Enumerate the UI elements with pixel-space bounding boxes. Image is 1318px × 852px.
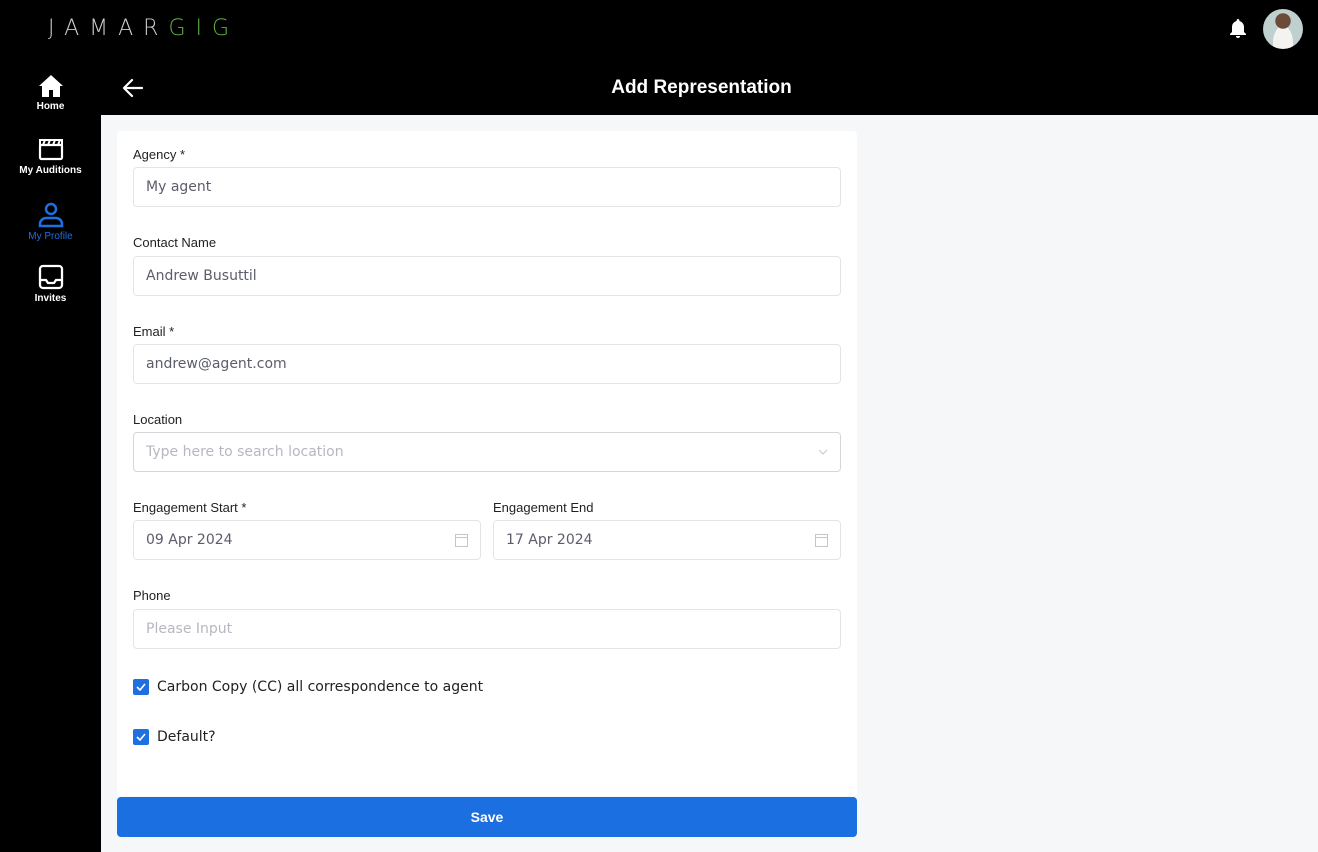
page-header: Add Representation: [101, 60, 1318, 115]
contact-name-label: Contact Name: [133, 235, 217, 250]
clapperboard-icon: [38, 139, 63, 161]
avatar[interactable]: [1263, 9, 1303, 49]
default-checkbox-label: Default?: [157, 729, 216, 745]
logo-text-jamar: JAMAR: [48, 16, 169, 41]
agency-label: Agency *: [133, 147, 186, 162]
user-icon: [38, 202, 63, 228]
page-title-text: Add Representation: [611, 77, 792, 98]
cc-checkbox-row[interactable]: Carbon Copy (CC) all correspondence to a…: [133, 679, 483, 695]
engagement-start-label: Engagement Start *: [133, 500, 247, 515]
sidebar-item-label: My Profile: [28, 231, 73, 242]
phone-input[interactable]: Please Input: [133, 609, 841, 649]
contact-name-input[interactable]: Andrew Busuttil: [133, 256, 841, 296]
page-title: Add Representation: [101, 77, 1318, 99]
calendar-icon: [455, 534, 468, 547]
sidebar-item-my-profile[interactable]: My Profile: [0, 202, 101, 258]
checkmark-icon: [136, 683, 146, 691]
representation-form: Agency * My agent Contact Name Andrew Bu…: [117, 131, 857, 796]
agency-input[interactable]: My agent: [133, 167, 841, 207]
engagement-start-input[interactable]: 09 Apr 2024: [133, 520, 481, 560]
phone-placeholder: Please Input: [146, 621, 233, 637]
top-bar: JAMARGIG: [0, 0, 1318, 60]
main-content: Agency * My agent Contact Name Andrew Bu…: [101, 115, 1318, 852]
save-button[interactable]: Save: [117, 797, 857, 837]
engagement-end-value: 17 Apr 2024: [506, 532, 593, 548]
sidebar-item-home[interactable]: Home: [0, 74, 101, 130]
location-label: Location: [133, 412, 183, 427]
email-input[interactable]: andrew@agent.com: [133, 344, 841, 384]
cc-checkbox-label: Carbon Copy (CC) all correspondence to a…: [157, 679, 484, 695]
engagement-end-label: Engagement End: [493, 500, 594, 515]
sidebar-item-label: Invites: [34, 293, 67, 304]
sidebar: Home My Auditions My Profile Invites: [0, 60, 101, 852]
checkmark-icon: [136, 733, 146, 741]
sidebar-item-my-auditions[interactable]: My Auditions: [0, 138, 101, 194]
chevron-down-icon: [818, 449, 828, 455]
logo[interactable]: JAMARGIG: [48, 16, 239, 41]
logo-text-gig: GIG: [168, 16, 240, 41]
phone-label: Phone: [133, 588, 171, 603]
sidebar-item-invites[interactable]: Invites: [0, 264, 101, 320]
engagement-start-value: 09 Apr 2024: [146, 532, 233, 548]
default-checkbox[interactable]: [133, 729, 149, 745]
calendar-icon: [815, 534, 828, 547]
email-value: andrew@agent.com: [146, 356, 287, 372]
cc-checkbox[interactable]: [133, 679, 149, 695]
location-placeholder: Type here to search location: [146, 444, 344, 460]
location-select[interactable]: Type here to search location: [133, 432, 841, 472]
engagement-end-input[interactable]: 17 Apr 2024: [493, 520, 841, 560]
sidebar-item-label: Home: [36, 101, 65, 112]
sidebar-item-label: My Auditions: [19, 165, 82, 176]
home-icon: [38, 75, 63, 97]
bell-icon[interactable]: [1228, 18, 1248, 40]
email-label: Email *: [133, 324, 175, 339]
contact-name-value: Andrew Busuttil: [146, 268, 257, 284]
inbox-icon: [38, 264, 63, 290]
default-checkbox-row[interactable]: Default?: [133, 729, 216, 745]
agency-value: My agent: [146, 179, 212, 195]
